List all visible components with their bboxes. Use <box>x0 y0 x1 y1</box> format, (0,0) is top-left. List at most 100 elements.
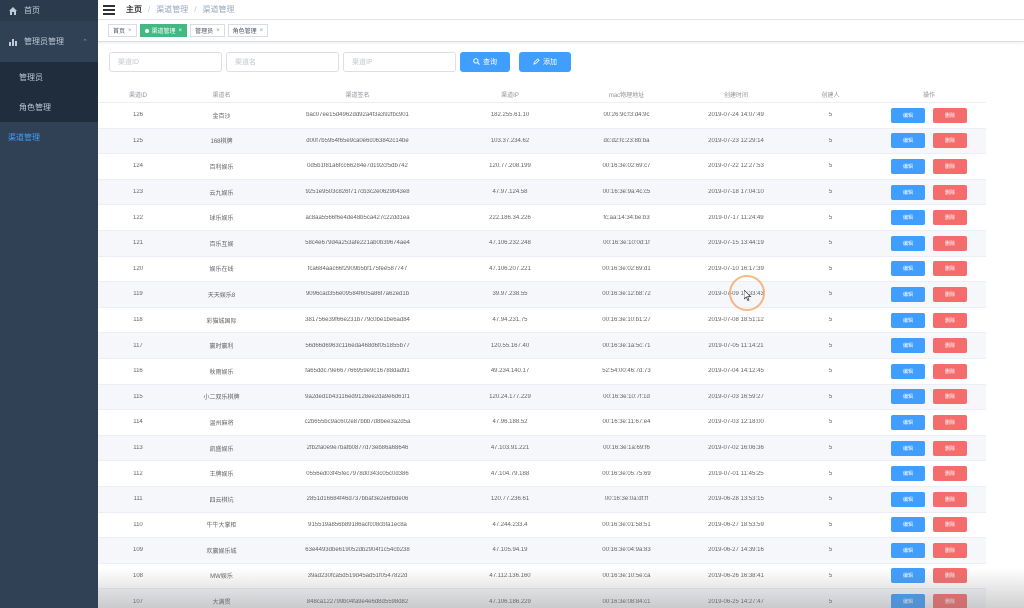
column-header[interactable]: mac物理地址 <box>570 90 683 99</box>
edit-button[interactable]: 编辑 <box>891 491 925 507</box>
tag-home[interactable]: 首页 × <box>108 24 137 37</box>
table-row[interactable]: 107 大满贯 848ca122799b04fa9e4e6d8d5598d82 47.… <box>98 589 986 608</box>
tag-role[interactable]: 角色管理 × <box>227 24 269 37</box>
edit-button[interactable]: 编辑 <box>891 261 925 277</box>
table-row[interactable]: 109 欢赢娱乐城 63e4493dbe619052db2904f1c54cb238… <box>98 538 986 564</box>
delete-button[interactable]: 删除 <box>933 286 967 302</box>
table-row[interactable]: 111 四云棋坑 2851d16684f46d737bbaf3e2e6fbde06 1… <box>98 486 986 513</box>
delete-button[interactable]: 删除 <box>933 312 967 328</box>
table-row[interactable]: 119 天天娱乐8 9096cad356e09584f605a86f7a62ed1b… <box>98 282 986 308</box>
delete-button[interactable]: 删除 <box>933 440 967 456</box>
table-cell: 113 <box>133 445 143 452</box>
channel-id-input[interactable]: 渠道ID <box>109 52 222 72</box>
table-cell: 5 <box>828 342 833 349</box>
delete-button[interactable]: 删除 <box>933 363 967 379</box>
table-cell: 金百沙 <box>212 113 231 120</box>
delete-button[interactable]: 删除 <box>933 389 967 405</box>
edit-button[interactable]: 编辑 <box>891 389 925 405</box>
close-icon[interactable]: × <box>179 28 183 34</box>
sidebar-item-role[interactable]: 角色管理 <box>0 92 98 122</box>
delete-button[interactable]: 删除 <box>933 158 967 174</box>
edit-button[interactable]: 编辑 <box>891 235 925 251</box>
table-row[interactable]: 126 金百沙 bac07ee15d4962dd92a4f3a392fbc901 18… <box>98 103 986 129</box>
delete-button[interactable]: 删除 <box>933 184 967 200</box>
sidebar-group-admin[interactable]: 管理员管理 ⌃ <box>0 21 98 62</box>
column-header[interactable]: 创建时间 <box>683 90 789 99</box>
edit-button[interactable]: 编辑 <box>891 542 925 558</box>
edit-button[interactable]: 编辑 <box>891 158 925 174</box>
edit-button[interactable]: 编辑 <box>891 338 925 354</box>
edit-button[interactable]: 编辑 <box>891 133 925 149</box>
table-row[interactable]: 112 王牌娱乐 0556ed03f45fec7978d0343c05c0d386 4… <box>98 461 986 487</box>
delete-button[interactable]: 删除 <box>933 414 967 430</box>
edit-button[interactable]: 编辑 <box>891 466 925 482</box>
hamburger-menu-icon[interactable] <box>103 4 115 15</box>
delete-button[interactable]: 删除 <box>933 594 967 608</box>
add-button[interactable]: 添加 <box>519 52 571 72</box>
close-icon[interactable]: × <box>216 28 220 34</box>
tag-channel[interactable]: 渠道管理 × <box>139 24 188 37</box>
table-cell: 5 <box>828 598 833 605</box>
breadcrumb-home[interactable]: 主页 <box>126 4 142 15</box>
table-row[interactable]: 113 凯盛娱乐 2fb2fa0e9e7bafb0877d73eb86a68646 4… <box>98 435 986 462</box>
delete-button[interactable]: 删除 <box>933 568 967 584</box>
column-header[interactable]: 创建人 <box>789 90 872 99</box>
column-header[interactable]: 渠道ID <box>98 90 178 99</box>
delete-button[interactable]: 删除 <box>933 491 967 507</box>
table-body: 126 金百沙 bac07ee15d4962dd92a4f3a392fbc901 18… <box>98 103 986 608</box>
delete-button[interactable]: 删除 <box>933 517 967 533</box>
table-cell: 108 <box>132 572 143 579</box>
edit-button[interactable]: 编辑 <box>891 312 925 328</box>
sidebar-item-label: 首页 <box>24 6 40 15</box>
search-button[interactable]: 查询 <box>460 52 510 72</box>
sidebar-item-home[interactable]: 首页 <box>0 0 98 21</box>
column-header[interactable]: 渠道签名 <box>265 90 450 99</box>
edit-button[interactable]: 编辑 <box>891 107 925 123</box>
table-cell: 116 <box>133 368 143 375</box>
sidebar-item-channel[interactable]: 渠道管理 <box>0 122 98 152</box>
column-header[interactable]: 操作 <box>872 90 986 99</box>
delete-button[interactable]: 删除 <box>933 235 967 251</box>
delete-button[interactable]: 删除 <box>933 466 967 482</box>
delete-button[interactable]: 删除 <box>933 338 967 354</box>
edit-button[interactable]: 编辑 <box>891 414 925 430</box>
table-row[interactable]: 123 云九娱乐 9251e9503c826f717cb3c2e0629b43e8 4… <box>98 179 986 206</box>
table-row[interactable]: 121 百乐互娱 58c4e679d4a253afe221ab0b39674ae4 4… <box>98 230 986 257</box>
table-row[interactable]: 124 百利娱乐 0d5b1f81a6fcc66284e7d192cf5db742 1… <box>98 154 986 180</box>
column-header[interactable]: 渠道名 <box>178 90 265 99</box>
table-row[interactable]: 117 赢时赢利 56d66d6963c116eda468d6f051855b77 1… <box>98 333 986 359</box>
placeholder: 渠道ID <box>118 59 139 66</box>
table-cell: fa65ddc79e667766959e9c16788dad91 <box>305 368 410 375</box>
table-row[interactable]: 114 温州麻将 c2b655bc9ac602e87bbb7d8bee3a2d5a 4… <box>98 410 986 436</box>
table-row[interactable]: 125 168棋牌 d00f7b5954f65e9ca0e6c063842c14be… <box>98 128 986 155</box>
delete-button[interactable]: 删除 <box>933 261 967 277</box>
edit-button[interactable]: 编辑 <box>891 517 925 533</box>
edit-button[interactable]: 编辑 <box>891 594 925 608</box>
table-row[interactable]: 110 牛牛大掌柜 915519a856b89186acfc08cbfa1ec8a 4… <box>98 513 986 539</box>
edit-button[interactable]: 编辑 <box>891 286 925 302</box>
sidebar-item-admin[interactable]: 管理员 <box>0 62 98 92</box>
table-cell: 2019-07-01 11:45:25 <box>708 470 764 477</box>
delete-button[interactable]: 删除 <box>933 133 967 149</box>
table-row[interactable]: 120 娱乐在线 fca684aac66f2909b5bf175fee587747 4… <box>98 257 986 283</box>
table-cell: 47.96.188.52 <box>492 419 528 426</box>
close-icon[interactable]: × <box>128 28 132 34</box>
channel-name-input[interactable]: 渠道名 <box>226 52 339 72</box>
table-row[interactable]: 116 秋雨娱乐 fa65ddc79e667766959e9c16788dad91 4… <box>98 359 986 385</box>
edit-button[interactable]: 编辑 <box>891 568 925 584</box>
edit-button[interactable]: 编辑 <box>891 440 925 456</box>
edit-button[interactable]: 编辑 <box>891 210 925 226</box>
column-header[interactable]: 渠道IP <box>450 90 570 99</box>
table-row[interactable]: 115 小二双乐棋牌 9a2ded1b43116ed9128ee2da9e6d61f… <box>98 384 986 411</box>
delete-button[interactable]: 删除 <box>933 542 967 558</box>
delete-button[interactable]: 删除 <box>933 210 967 226</box>
table-row[interactable]: 118 彩猫城国际 381756e39f66e231b779c0be1be6ad84… <box>98 308 986 334</box>
edit-button[interactable]: 编辑 <box>891 363 925 379</box>
tag-admin[interactable]: 管理员 × <box>190 24 225 37</box>
delete-button[interactable]: 删除 <box>933 107 967 123</box>
close-icon[interactable]: × <box>260 28 264 34</box>
edit-button[interactable]: 编辑 <box>891 184 925 200</box>
table-row[interactable]: 122 球乐娱乐 ac8aa5566f6e4de48b5ca427c22dd1ea 2… <box>98 205 986 231</box>
channel-ip-input[interactable]: 渠道IP <box>343 52 456 72</box>
table-row[interactable]: 108 MW娱乐 39ad230fca5d519d45ad51f0547822d 47… <box>98 564 986 590</box>
